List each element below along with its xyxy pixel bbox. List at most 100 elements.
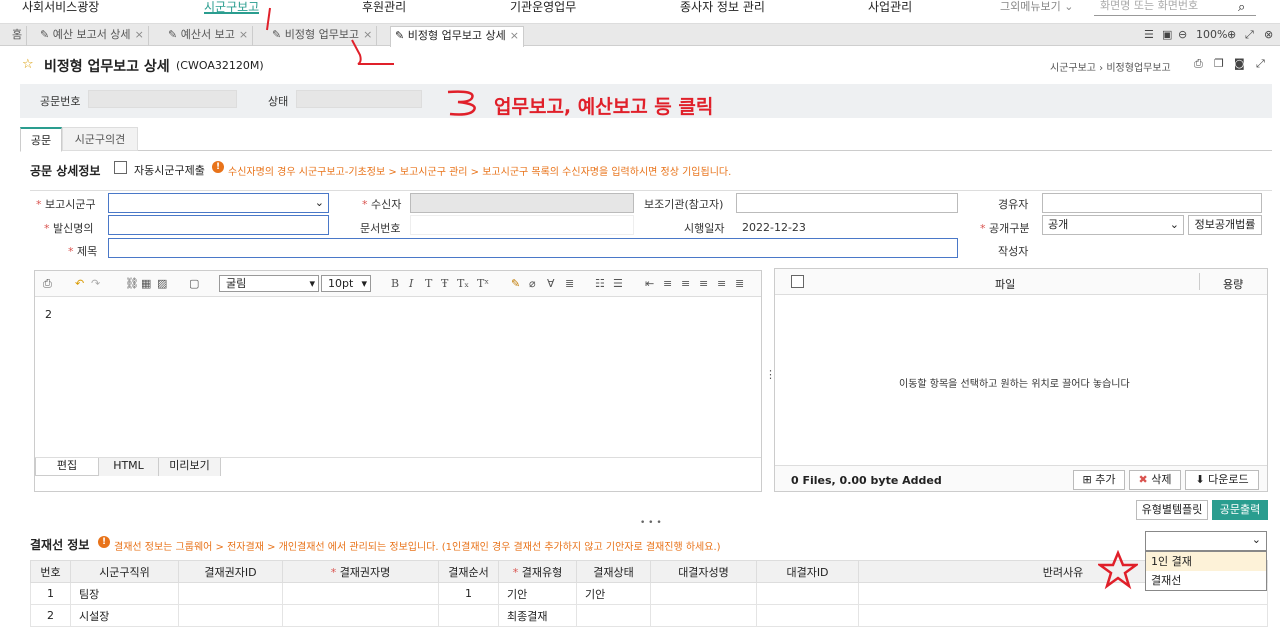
subject-field[interactable] [108,238,958,258]
public-select[interactable]: 공개 ⌄ [1042,215,1184,235]
col-proxy-name: 대결자성명 [650,560,757,583]
report-city-select[interactable]: ⌄ [108,193,329,213]
auto-submit-checkbox[interactable] [114,161,127,174]
sender-field[interactable] [108,215,329,235]
underline-icon[interactable]: T [425,277,432,290]
file-delete-button[interactable]: ✖ 삭제 [1129,470,1181,490]
row-approver-name [282,582,439,605]
col-approver-name: * 결재권자명 [282,560,439,583]
font-select[interactable]: 굴림 ▾ [219,275,319,292]
annotation-mark-3 [447,90,476,116]
col-proxy-id: 대결자ID [756,560,859,583]
size-column-header: 용량 [1223,278,1244,291]
redo-icon[interactable]: ↷ [91,277,100,290]
row-position: 시설장 [70,604,179,627]
align-left-icon[interactable]: ≡ [663,277,672,290]
indent-icon[interactable]: ⇤ [645,277,654,290]
report-city-label: * 보고시군구 [36,198,96,211]
line-height-icon[interactable]: ≣ [565,277,574,290]
editor-text: 2 [45,308,52,321]
format-clear-icon[interactable]: Ɐ [547,277,555,290]
file-add-button[interactable]: ⊞ 추가 [1073,470,1125,490]
approval-header-row: 번호 시군구직위 결재권자ID * 결재권자명 결재순서 * 결재유형 결재상태… [30,560,1268,583]
author-label: 작성자 [998,245,1029,258]
approval-table: 번호 시군구직위 결재권자ID * 결재권자명 결재순서 * 결재유형 결재상태… [30,560,1268,627]
approval-notice: 결재선 정보는 그룹웨어 > 전자결재 > 개인결재선 에서 관리되는 정보입니… [114,542,721,553]
file-column-header: 파일 [995,278,1016,291]
resize-handle[interactable]: • • • [640,518,662,528]
approval-type-select[interactable]: ⌄ [1145,531,1267,551]
template-button[interactable]: 유형별템플릿 [1136,500,1208,520]
row-proxy-id [756,582,859,605]
col-order: 결재순서 [438,560,499,583]
row-order [438,604,499,627]
bold-icon[interactable]: B [391,277,399,290]
bullet-list-icon[interactable]: ☰ [613,277,623,290]
public-law-button[interactable]: 정보공개법률 [1188,215,1262,235]
strike-icon[interactable]: Ŧ [441,277,448,290]
italic-icon[interactable]: I [409,277,413,290]
sub-tabs [20,127,1272,151]
row-proxy-id [756,604,859,627]
tab-html[interactable]: HTML [99,458,159,476]
dropdown-option-single[interactable]: 1인 결재 [1146,552,1266,571]
print-document-button[interactable]: 공문출력 [1212,500,1268,520]
undo-icon[interactable]: ↶ [75,277,84,290]
row-reject-reason [858,604,1268,627]
delete-icon: ✖ [1138,473,1148,486]
col-approver-id: 결재권자ID [178,560,283,583]
file-header: 파일 용량 [775,269,1267,295]
approval-type-dropdown: 1인 결재 결재선 [1145,551,1267,591]
ordered-list-icon[interactable]: ☷ [595,277,605,290]
tab-document[interactable]: 공문 [20,127,62,152]
doc-num-field [410,215,634,235]
editor-toolbar: ⎙ ↶ ↷ ⛓ ▦ ▨ ▢ 굴림 ▾ 10pt ▾ B I T Ŧ Tₓ Tˣ ✎ … [35,271,761,297]
print-icon[interactable]: ⎙ [43,277,52,291]
row-proxy-name [650,604,757,627]
subscript-icon[interactable]: Tₓ [457,277,469,290]
file-select-all-checkbox[interactable] [791,275,804,288]
row-approver-id [178,604,283,627]
col-type: * 결재유형 [498,560,577,583]
aux-org-field[interactable] [736,193,958,213]
row-proxy-name [650,582,757,605]
table-row[interactable]: 1 팀장 1 기안 기안 [30,582,1268,605]
file-panel: 파일 용량 이동할 항목을 선택하고 원하는 위치로 끌어다 놓습니다 0 Fi… [774,268,1268,492]
chevron-down-icon: ▾ [309,277,315,290]
receiver-field[interactable] [410,193,634,213]
via-label: 경유자 [998,198,1029,211]
via-field[interactable] [1042,193,1262,213]
superscript-icon[interactable]: Tˣ [477,277,489,290]
row-type: 기안 [498,582,577,605]
editor-content[interactable]: 2 [35,298,761,458]
column-divider [1199,273,1200,290]
outdent-icon[interactable]: ≣ [735,277,744,290]
align-center-icon[interactable]: ≡ [681,277,690,290]
dropdown-option-line[interactable]: 결재선 [1146,571,1266,590]
tab-city-opinion[interactable]: 시군구의견 [62,127,138,151]
editor: ⎙ ↶ ↷ ⛓ ▦ ▨ ▢ 굴림 ▾ 10pt ▾ B I T Ŧ Tₓ Tˣ ✎ … [34,270,762,492]
file-download-button[interactable]: ⬇ 다운로드 [1185,470,1259,490]
chevron-down-icon: ⌄ [314,196,324,209]
approval-section-title: 결재선 정보 [30,538,90,552]
highlight-icon[interactable]: ⌀ [529,277,536,290]
sender-label: * 발신명의 [44,222,94,235]
editor-mode-tabs: 편집 HTML 미리보기 [35,457,761,476]
tab-preview[interactable]: 미리보기 [159,458,221,476]
table-icon[interactable]: ▦ [141,277,151,290]
public-label: * 공개구분 [980,222,1030,235]
align-justify-icon[interactable]: ≡ [717,277,726,290]
font-color-icon[interactable]: ✎ [511,277,520,290]
table-row[interactable]: 2 시설장 최종결재 [30,604,1268,627]
image-icon[interactable]: ▨ [157,277,167,290]
box-icon[interactable]: ▢ [189,277,199,290]
annotation-mark-2 [351,39,394,65]
link-icon[interactable]: ⛓ [125,277,139,290]
align-right-icon[interactable]: ≡ [699,277,708,290]
star-annotation-icon [1098,550,1138,590]
exec-date-label: 시행일자 [684,222,725,235]
row-position: 팀장 [70,582,179,605]
font-size-select[interactable]: 10pt ▾ [321,275,371,292]
tab-edit[interactable]: 편집 [35,458,99,476]
file-summary: 0 Files, 0.00 byte Added [791,474,942,487]
